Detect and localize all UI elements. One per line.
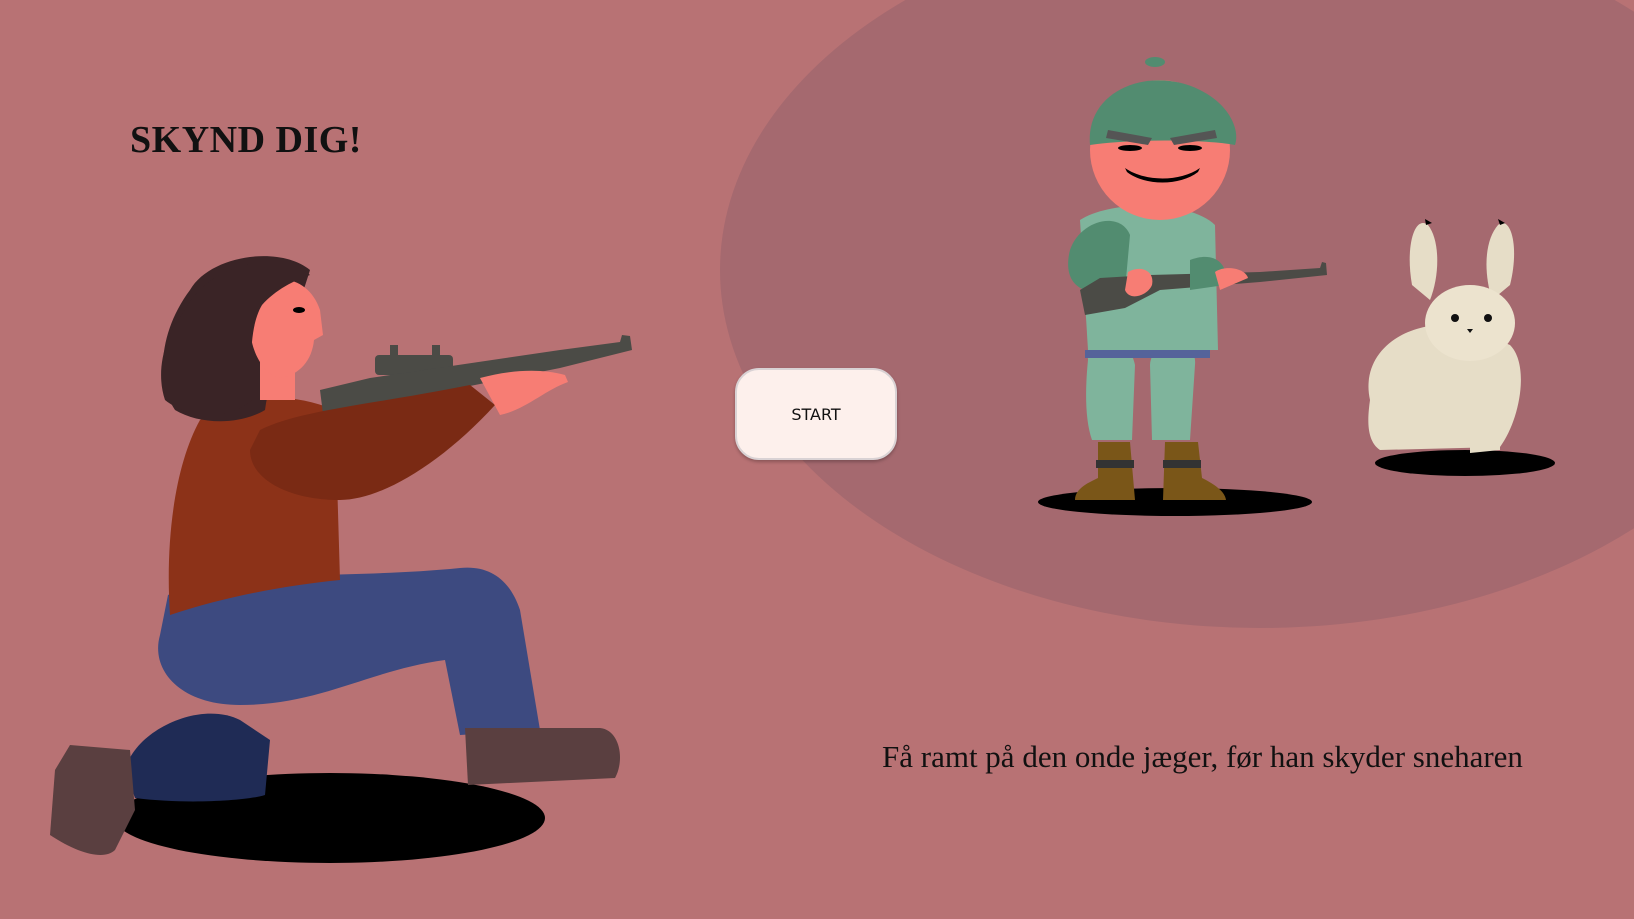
start-button[interactable]: START <box>735 368 897 460</box>
instructions-text: Få ramt på den onde jæger, før han skyde… <box>882 739 1523 774</box>
evil-hunter-icon <box>1038 57 1327 516</box>
snow-hare-icon <box>1368 219 1555 476</box>
game-stage: SKYND DIG! START Få ramt på den onde jæg… <box>0 0 1634 919</box>
page-title: SKYND DIG! <box>130 119 362 161</box>
player-shooter-icon <box>50 256 632 863</box>
